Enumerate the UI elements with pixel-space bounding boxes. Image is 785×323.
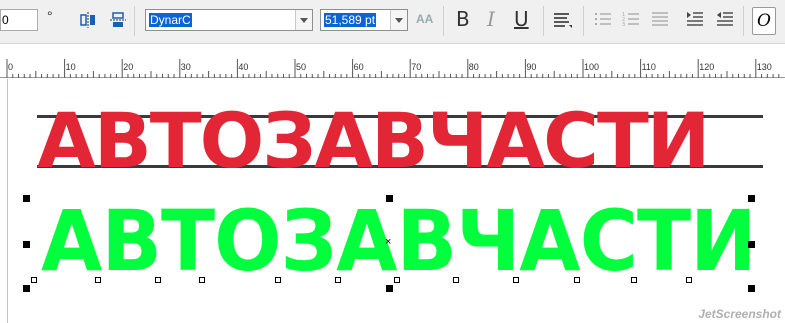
selection-handle-top[interactable] [386, 195, 393, 202]
rotation-angle-field[interactable]: 0 [0, 9, 38, 31]
drop-cap-icon[interactable] [651, 11, 669, 27]
text-node[interactable] [275, 277, 281, 283]
selection-handle-bottom-left[interactable] [23, 285, 30, 292]
ruler-label: 100 [584, 62, 600, 72]
ruler-label: 10 [65, 62, 76, 72]
font-family-select[interactable]: DynarC [145, 9, 313, 31]
bold-button[interactable]: B [456, 8, 470, 30]
drawing-canvas[interactable]: АВТОЗАВЧАСТИ АВТОЗАВЧАСТИ × [9, 79, 785, 323]
selection-handle-top-right[interactable] [748, 195, 755, 202]
mirror-horizontal-icon[interactable] [79, 11, 97, 29]
text-align-icon[interactable] [553, 11, 572, 28]
logo-text: АВТОЗАВЧАСТИ [37, 96, 710, 185]
separator [543, 6, 544, 36]
text-node[interactable] [453, 277, 459, 283]
selection-handle-bottom-right[interactable] [748, 285, 755, 292]
text-node[interactable] [31, 277, 37, 283]
separator [443, 6, 444, 36]
svg-text:3: 3 [622, 22, 625, 27]
watermark: JetScreenshot [698, 307, 781, 321]
ruler-label: 0 [8, 62, 14, 72]
ruler-label: 130 [756, 62, 772, 72]
text-node[interactable] [95, 277, 101, 283]
ruler-label: 30 [180, 62, 191, 72]
separator [583, 6, 584, 36]
reference-logo-bitmap[interactable]: АВТОЗАВЧАСТИ [37, 96, 763, 185]
ruler-label: 70 [411, 62, 422, 72]
open-type-button[interactable]: O [752, 7, 776, 35]
traced-text: АВТОЗАВЧАСТИ [41, 192, 757, 290]
chevron-down-icon[interactable] [295, 10, 312, 30]
text-node[interactable] [199, 277, 205, 283]
text-node[interactable] [686, 277, 692, 283]
text-node[interactable] [394, 277, 400, 283]
underline-button[interactable]: U [514, 8, 529, 30]
rotation-center-icon[interactable]: × [385, 236, 391, 248]
italic-button[interactable]: I [487, 8, 495, 30]
text-node[interactable] [155, 277, 161, 283]
increase-indent-icon[interactable] [716, 11, 734, 27]
text-node[interactable] [513, 277, 519, 283]
property-bar: 0 ° DynarC 51,589 pt AA B I U 123 O [0, 0, 785, 44]
font-size-select[interactable]: 51,589 pt [320, 9, 408, 31]
selection-handle-right[interactable] [748, 241, 755, 248]
decrease-indent-icon[interactable] [686, 11, 704, 27]
font-size-scale-icon[interactable]: AA [416, 12, 433, 26]
mirror-vertical-icon[interactable] [109, 11, 127, 29]
ruler-label: 60 [353, 62, 364, 72]
numbered-list-icon[interactable]: 123 [622, 11, 640, 28]
selection-handle-bottom[interactable] [386, 285, 393, 292]
selection-handle-left[interactable] [23, 241, 30, 248]
vertical-ruler[interactable] [0, 79, 8, 323]
degree-unit: ° [47, 8, 53, 24]
selection-handle-top-left[interactable] [23, 195, 30, 202]
separator [743, 6, 744, 36]
font-family-value: DynarC [149, 13, 192, 27]
text-node[interactable] [335, 277, 341, 283]
chevron-down-icon[interactable] [390, 10, 407, 30]
font-size-value: 51,589 pt [324, 13, 377, 27]
ruler-label: 90 [526, 62, 537, 72]
ruler-label: 40 [238, 62, 249, 72]
ruler-ticks [6, 59, 780, 78]
ruler-label: 110 [641, 62, 656, 72]
text-node[interactable] [574, 277, 580, 283]
bullet-list-icon[interactable] [594, 11, 612, 27]
traced-text-object[interactable]: АВТОЗАВЧАСТИ [41, 199, 771, 299]
horizontal-ruler[interactable]: 0 10 20 30 40 50 60 70 80 90 100 110 120 130 [0, 58, 785, 78]
ruler-label: 120 [699, 62, 715, 72]
separator [134, 6, 135, 36]
ruler-label: 20 [123, 62, 134, 72]
text-node[interactable] [631, 277, 637, 283]
ruler-label: 80 [468, 62, 479, 72]
ruler-label: 50 [296, 62, 307, 72]
